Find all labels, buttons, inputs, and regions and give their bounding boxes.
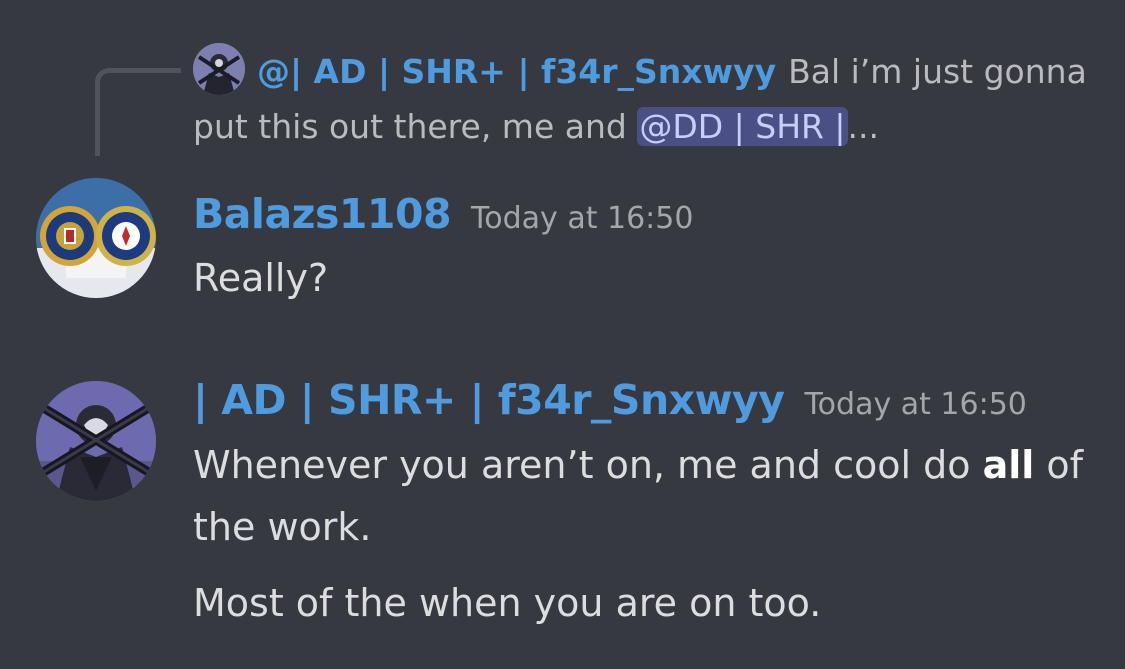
timestamp[interactable]: Today at 16:50 [804,387,1026,422]
avatar[interactable] [36,178,156,298]
reply-mention[interactable]: @DD | SHR | [637,107,848,146]
message-content: Whenever you aren’t on, me and cool do a… [193,434,1093,558]
message-content: Really? [193,256,329,300]
timestamp[interactable]: Today at 16:50 [471,201,693,236]
username[interactable]: Balazs1108 [193,190,452,238]
reply-preview[interactable]: @| AD | SHR+ | f34r_Snxwyy Bal i’m just g… [193,44,1093,154]
fbi-cia-seal-avatar-icon [36,178,156,298]
message-text: Whenever you aren’t on, me and cool do [193,443,983,487]
username[interactable]: | AD | SHR+ | f34r_Snxwyy [193,376,785,424]
message-header: Balazs1108 Today at 16:50 [193,190,693,238]
reply-spine [95,68,181,156]
message-header: | AD | SHR+ | f34r_Snxwyy Today at 16:50 [193,376,1027,424]
reaper-avatar-icon [36,381,156,501]
chat-view: @| AD | SHR+ | f34r_Snxwyy Bal i’m just g… [0,0,1125,669]
reply-ellipsis: ... [847,107,880,146]
avatar[interactable] [36,381,156,501]
message-content: Most of the when you are on too. [193,581,822,625]
message-bold-text: all [982,443,1035,487]
reply-author[interactable]: @| AD | SHR+ | f34r_Snxwyy [257,52,776,91]
